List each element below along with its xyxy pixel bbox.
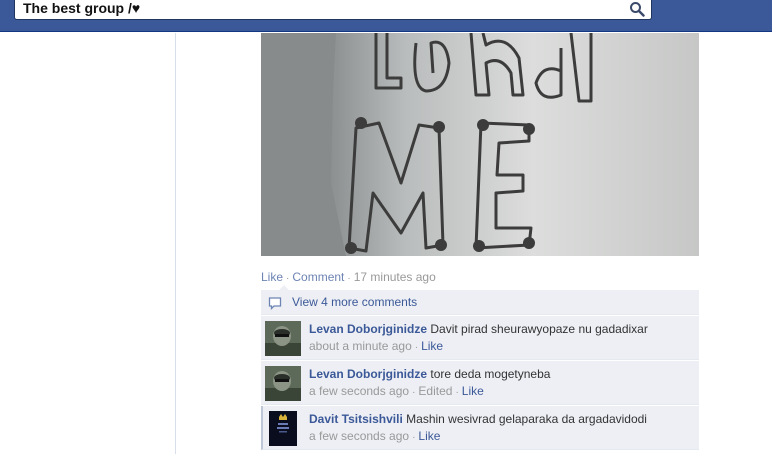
comment-link[interactable]: Comment xyxy=(292,270,344,284)
avatar[interactable] xyxy=(269,411,297,446)
separator-dot: · xyxy=(414,342,419,353)
separator-dot: · xyxy=(347,273,351,284)
separator-dot: · xyxy=(455,387,459,398)
comment-timestamp[interactable]: a few seconds ago xyxy=(309,429,409,443)
post-timestamp[interactable]: 17 minutes ago xyxy=(354,270,436,284)
avatar[interactable] xyxy=(265,321,301,356)
comment-author[interactable]: Davit Tsitsishvili xyxy=(309,412,403,426)
like-link[interactable]: Like xyxy=(261,270,283,284)
edited-label[interactable]: Edited xyxy=(418,384,452,398)
comment-like-link[interactable]: Like xyxy=(462,384,484,398)
separator-dot: · xyxy=(286,273,290,284)
comment-like-link[interactable]: Like xyxy=(421,339,443,353)
comment-timestamp[interactable]: a few seconds ago xyxy=(309,384,409,398)
post-photo[interactable] xyxy=(261,33,699,256)
avatar[interactable] xyxy=(265,366,301,401)
search-icon[interactable] xyxy=(629,1,645,17)
comment-item: Levan Doborjginidze tore deda mogetyneba… xyxy=(261,361,699,405)
search-box[interactable]: The best group /♥ xyxy=(14,0,652,20)
comment-bubble-icon xyxy=(268,297,282,310)
photo-image xyxy=(261,33,699,256)
comment-timestamp[interactable]: about a minute ago xyxy=(309,339,412,353)
top-bar: The best group /♥ xyxy=(0,0,772,32)
comment-text: Davit pirad sheurawyopaze nu gadadixar xyxy=(430,322,648,336)
search-input[interactable]: The best group /♥ xyxy=(23,0,140,17)
view-more-label[interactable]: View 4 more comments xyxy=(292,295,417,309)
view-more-comments[interactable]: View 4 more comments xyxy=(261,290,699,315)
comment-item: Davit Tsitsishvili Mashin wesivrad gelap… xyxy=(261,406,699,450)
post-actions: Like · Comment · 17 minutes ago xyxy=(261,270,436,284)
comment-item: Levan Doborjginidze Davit pirad sheurawy… xyxy=(261,316,699,360)
column-divider xyxy=(175,33,176,454)
comment-text: Mashin wesivrad gelaparaka da argadavido… xyxy=(406,412,647,426)
comment-like-link[interactable]: Like xyxy=(418,429,440,443)
comment-author[interactable]: Levan Doborjginidze xyxy=(309,367,427,381)
comment-author[interactable]: Levan Doborjginidze xyxy=(309,322,427,336)
comment-text: tore deda mogetyneba xyxy=(430,367,551,381)
